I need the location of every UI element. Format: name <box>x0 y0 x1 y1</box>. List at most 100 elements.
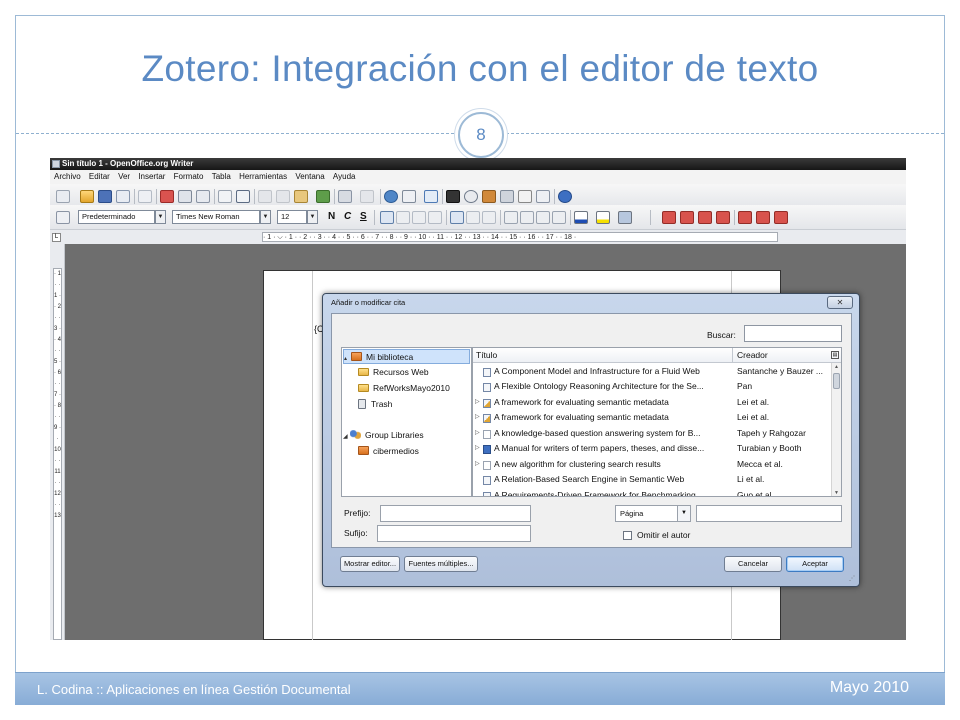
clone-format-icon[interactable] <box>316 190 330 203</box>
align-right-icon[interactable] <box>412 211 426 224</box>
zotero-insert-bibliography-icon[interactable] <box>698 211 712 224</box>
horizontal-ruler[interactable]: · 1 · ⌵ · 1 · · 2 · · 3 · · 4 · · 5 · · … <box>262 232 778 242</box>
chevron-down-icon[interactable]: ▼ <box>307 210 318 224</box>
zotero-edit-bibliography-icon[interactable] <box>716 211 730 224</box>
increase-indent-icon[interactable] <box>552 211 566 224</box>
paragraph-style-select[interactable]: Predeterminado <box>78 210 155 224</box>
tab-stop-selector[interactable]: L <box>52 233 61 242</box>
accept-button[interactable]: Aceptar <box>786 556 844 572</box>
scroll-up-icon[interactable]: ▲ <box>832 363 841 372</box>
menu-insertar[interactable]: Insertar <box>135 170 168 184</box>
tree-item-mi-biblioteca[interactable]: ▴ Mi biblioteca <box>343 349 470 364</box>
zotero-edit-citation-icon[interactable] <box>680 211 694 224</box>
menu-tabla[interactable]: Tabla <box>209 170 234 184</box>
print-preview-icon[interactable] <box>196 190 210 203</box>
list-item[interactable]: A Requirements-Driven Framework for Benc… <box>473 488 831 496</box>
data-sources-icon[interactable] <box>500 190 514 203</box>
column-header-creator[interactable]: Creador <box>737 350 768 360</box>
zotero-refresh-icon[interactable] <box>738 211 752 224</box>
menu-ver[interactable]: Ver <box>115 170 133 184</box>
font-color-icon[interactable] <box>574 211 588 224</box>
show-draw-functions-icon[interactable] <box>424 190 438 203</box>
print-icon[interactable] <box>178 190 192 203</box>
italic-button[interactable]: C <box>344 211 351 222</box>
direction-ttb-icon[interactable] <box>482 211 496 224</box>
edit-file-icon[interactable] <box>138 190 152 203</box>
table-icon[interactable] <box>402 190 416 203</box>
undo-icon[interactable] <box>338 190 352 203</box>
zotero-unlink-icon[interactable] <box>774 211 788 224</box>
tree-item-recursos-web[interactable]: Recursos Web <box>358 365 429 380</box>
justify-icon[interactable] <box>428 211 442 224</box>
highlighting-icon[interactable] <box>596 211 610 224</box>
list-item[interactable]: ▷ A Manual for writers of term papers, t… <box>473 441 831 457</box>
menu-ayuda[interactable]: Ayuda <box>330 170 359 184</box>
vertical-ruler-scale[interactable]: · 1 · · 1 · · 2 · · 3 · · 4 · · 5 · · 6 … <box>53 268 62 640</box>
gallery-icon[interactable] <box>482 190 496 203</box>
paste-icon[interactable] <box>294 190 308 203</box>
locator-field[interactable] <box>696 505 842 522</box>
email-icon[interactable] <box>116 190 130 203</box>
zoom-icon[interactable] <box>536 190 550 203</box>
tree-item-cibermedios[interactable]: cibermedios <box>358 444 419 459</box>
collapse-twisty-icon[interactable]: ◢ <box>343 430 350 445</box>
search-input[interactable] <box>744 325 842 342</box>
chevron-down-icon[interactable]: ▼ <box>260 210 271 224</box>
nonprinting-chars-icon[interactable] <box>518 190 532 203</box>
underline-button[interactable]: S <box>360 211 367 222</box>
resize-grip-icon[interactable]: ⋰ <box>849 576 856 583</box>
list-item[interactable]: ▷ A framework for evaluating semantic me… <box>473 395 831 411</box>
tree-item-trash[interactable]: Trash <box>358 397 392 412</box>
bold-button[interactable]: N <box>328 211 335 222</box>
zotero-preferences-icon[interactable] <box>756 211 770 224</box>
list-item[interactable]: ▷ A framework for evaluating semantic me… <box>473 410 831 426</box>
redo-icon[interactable] <box>360 190 374 203</box>
expand-twisty-icon[interactable]: ▷ <box>475 441 480 457</box>
open-folder-icon[interactable] <box>80 190 94 203</box>
styles-formatting-icon[interactable] <box>56 211 70 224</box>
close-icon[interactable]: ✕ <box>827 296 853 309</box>
bullets-icon[interactable] <box>520 211 534 224</box>
expand-twisty-icon[interactable]: ▷ <box>475 457 480 473</box>
omit-author-checkbox[interactable] <box>623 531 632 540</box>
scrollbar-thumb[interactable] <box>833 373 840 389</box>
cut-icon[interactable] <box>258 190 272 203</box>
menu-herramientas[interactable]: Herramientas <box>236 170 290 184</box>
list-item[interactable]: A Flexible Ontology Reasoning Architectu… <box>473 379 831 395</box>
column-header-title[interactable]: Título <box>476 350 497 360</box>
navigator-icon[interactable] <box>464 190 478 203</box>
scroll-down-icon[interactable]: ▼ <box>832 489 841 496</box>
direction-ltr-icon[interactable] <box>450 211 464 224</box>
font-size-select[interactable]: 12 <box>277 210 307 224</box>
expand-twisty-icon[interactable]: ▷ <box>475 395 480 411</box>
help-icon[interactable] <box>558 190 572 203</box>
list-item[interactable]: A Component Model and Infrastructure for… <box>473 364 831 380</box>
zotero-insert-citation-icon[interactable] <box>662 211 676 224</box>
menu-formato[interactable]: Formato <box>171 170 207 184</box>
column-picker-icon[interactable]: ▤ <box>831 351 839 359</box>
save-icon[interactable] <box>98 190 112 203</box>
export-pdf-icon[interactable] <box>160 190 174 203</box>
menu-archivo[interactable]: Archivo <box>50 170 84 184</box>
tree-item-group-libraries[interactable]: ◢ Group Libraries <box>343 428 424 443</box>
tree-item-refworks[interactable]: RefWorksMayo2010 <box>358 381 450 396</box>
locator-select[interactable]: Página ▼ <box>615 505 691 522</box>
items-scrollbar[interactable]: ▲ ▼ <box>831 363 841 496</box>
numbering-icon[interactable] <box>504 211 518 224</box>
show-editor-button[interactable]: Mostrar editor... <box>340 556 400 572</box>
list-item[interactable]: ▷ A new algorithm for clustering search … <box>473 457 831 473</box>
spellcheck-icon[interactable] <box>218 190 232 203</box>
autospellcheck-icon[interactable] <box>236 190 250 203</box>
expand-twisty-icon[interactable]: ▷ <box>475 426 480 442</box>
column-divider[interactable] <box>732 348 733 363</box>
prefix-field[interactable] <box>380 505 531 522</box>
align-center-icon[interactable] <box>396 211 410 224</box>
list-item[interactable]: A Relation-Based Search Engine in Semant… <box>473 472 831 488</box>
list-item[interactable]: ▷ A knowledge-based question answering s… <box>473 426 831 442</box>
cancel-button[interactable]: Cancelar <box>724 556 782 572</box>
copy-icon[interactable] <box>276 190 290 203</box>
chevron-down-icon[interactable]: ▼ <box>677 506 690 521</box>
collapse-twisty-icon[interactable]: ▴ <box>344 352 351 367</box>
align-left-icon[interactable] <box>380 211 394 224</box>
background-color-icon[interactable] <box>618 211 632 224</box>
